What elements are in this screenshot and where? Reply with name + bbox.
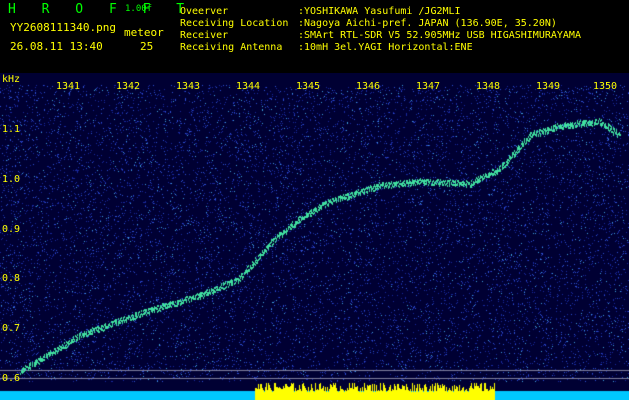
y-tick-label: 0.9	[2, 224, 21, 235]
y-tick-label: 1.0	[2, 174, 21, 185]
receiver-value: :SMArt RTL-SDR V5 52.905MHz USB HIGASHIM…	[298, 30, 581, 41]
x-tick-label: 1350	[593, 81, 618, 92]
x-tick-label: 1345	[296, 81, 321, 92]
observer-key: Oveerver	[180, 6, 229, 17]
app-brand: H R O F F T	[8, 2, 194, 17]
antenna-key: Receiving Antenna	[180, 42, 283, 53]
antenna-value: :10mH 3el.YAGI Horizontal:ENE	[298, 42, 473, 53]
header-panel: H R O F F T 1.00f YY2608111340.png 26.08…	[0, 0, 629, 73]
date-time: 26.08.11 13:40	[10, 40, 103, 53]
y-tick-label: 0.6	[2, 373, 21, 384]
y-tick-label: 0.8	[2, 273, 21, 284]
x-tick-label: 1347	[416, 81, 441, 92]
y-tick-label: 1.1	[2, 124, 21, 135]
spectrogram-canvas	[0, 73, 629, 400]
x-tick-label: 1344	[236, 81, 261, 92]
x-tick-label: 1341	[56, 81, 81, 92]
y-unit-label: kHz	[2, 74, 21, 85]
x-tick-label: 1342	[116, 81, 141, 92]
observer-value: :YOSHIKAWA Yasufumi /JG2MLI	[298, 6, 461, 17]
receiver-key: Receiver	[180, 30, 229, 41]
x-tick-label: 1348	[476, 81, 501, 92]
x-tick-label: 1349	[536, 81, 561, 92]
meteor-count: 25	[140, 40, 154, 53]
x-tick-label: 1343	[176, 81, 201, 92]
file-name: YY2608111340.png	[10, 21, 116, 34]
location-value: :Nagoya Aichi-pref. JAPAN (136.90E, 35.2…	[298, 18, 557, 29]
y-tick-label: 0.7	[2, 323, 21, 334]
meteor-label: meteor	[124, 26, 164, 39]
app-version: 1.00f	[125, 4, 153, 14]
x-tick-label: 1346	[356, 81, 381, 92]
location-key: Receiving Location	[180, 18, 289, 29]
